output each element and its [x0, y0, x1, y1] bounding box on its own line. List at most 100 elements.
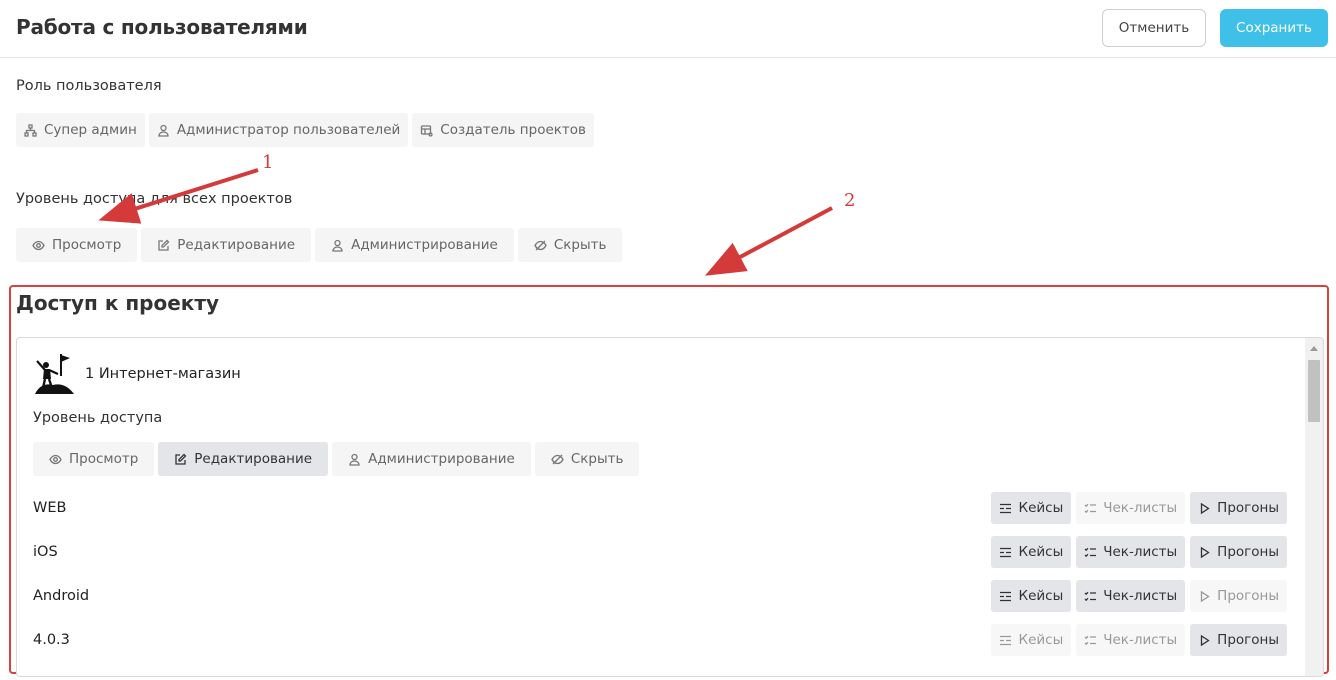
- eye-off-icon: [534, 239, 547, 252]
- checklist-icon: [1084, 546, 1097, 559]
- global-access-hide-label: Скрыть: [553, 237, 607, 253]
- table-row: 4.0.3 Кейсы Чек-листы Прогоны: [33, 624, 1287, 658]
- role-label: Роль пользователя: [16, 78, 162, 94]
- runs-label: Прогоны: [1217, 632, 1279, 648]
- project-name: 1 Интернет-магазин: [85, 366, 241, 382]
- role-option-label: Администратор пользователей: [176, 122, 401, 138]
- checklist-icon: [1084, 502, 1097, 515]
- role-option-user-admin[interactable]: Администратор пользователей: [148, 113, 409, 147]
- play-icon: [1198, 546, 1211, 559]
- runs-label: Прогоны: [1217, 544, 1279, 560]
- project-access-edit-label: Редактирование: [194, 451, 313, 467]
- scroll-thumb[interactable]: [1308, 360, 1320, 422]
- role-options: Супер админ Администратор пользователей …: [16, 113, 594, 147]
- cases-toggle[interactable]: Кейсы: [991, 492, 1072, 524]
- project-access-admin-label: Администрирование: [368, 451, 515, 467]
- eye-off-icon: [551, 453, 564, 466]
- project-logo-icon: [33, 352, 75, 396]
- global-access-edit[interactable]: Редактирование: [141, 228, 312, 262]
- checklist-icon: [1084, 634, 1097, 647]
- role-option-super-admin[interactable]: Супер админ: [16, 113, 145, 147]
- page-header: Работа с пользователями Отменить Сохрани…: [0, 0, 1336, 58]
- global-access-view-label: Просмотр: [52, 237, 122, 253]
- checklists-toggle[interactable]: Чек-листы: [1076, 624, 1186, 656]
- cases-toggle[interactable]: Кейсы: [991, 624, 1072, 656]
- checklists-label: Чек-листы: [1103, 632, 1178, 648]
- edit-icon: [174, 453, 187, 466]
- project-card: 1 Интернет-магазин Уровень доступа Просм…: [16, 337, 1324, 677]
- user-icon: [157, 124, 170, 137]
- runs-toggle[interactable]: Прогоны: [1190, 624, 1287, 656]
- global-access-options: Просмотр Редактирование Администрировани…: [16, 228, 623, 262]
- cases-label: Кейсы: [1018, 544, 1064, 560]
- project-access-view-label: Просмотр: [69, 451, 139, 467]
- list-icon: [999, 590, 1012, 603]
- row-name: iOS: [33, 544, 58, 560]
- annotation-number-1: 1: [262, 152, 274, 173]
- row-buttons: Кейсы Чек-листы Прогоны: [991, 536, 1287, 568]
- global-access-view[interactable]: Просмотр: [16, 228, 138, 262]
- project-icon: [420, 124, 433, 137]
- row-buttons: Кейсы Чек-листы Прогоны: [991, 580, 1287, 612]
- row-name: Android: [33, 588, 90, 604]
- table-row: Android Кейсы Чек-листы Прогоны: [33, 580, 1287, 614]
- row-name: 4.0.3: [33, 632, 70, 648]
- list-icon: [999, 634, 1012, 647]
- global-access-admin[interactable]: Администрирование: [315, 228, 514, 262]
- row-name: WEB: [33, 500, 67, 516]
- cases-label: Кейсы: [1018, 588, 1064, 604]
- cases-toggle[interactable]: Кейсы: [991, 536, 1072, 568]
- project-access-title: Доступ к проекту: [16, 291, 219, 315]
- checklists-toggle[interactable]: Чек-листы: [1076, 536, 1186, 568]
- project-access-level-label: Уровень доступа: [33, 410, 163, 426]
- edit-icon: [157, 239, 170, 252]
- global-access-hide[interactable]: Скрыть: [517, 228, 623, 262]
- checklists-label: Чек-листы: [1103, 500, 1178, 516]
- checklists-toggle[interactable]: Чек-листы: [1076, 580, 1186, 612]
- play-icon: [1198, 634, 1211, 647]
- project-access-hide[interactable]: Скрыть: [534, 442, 640, 476]
- checklist-icon: [1084, 590, 1097, 603]
- save-button[interactable]: Сохранить: [1220, 9, 1328, 47]
- page-title: Работа с пользователями: [16, 15, 308, 39]
- eye-icon: [49, 453, 62, 466]
- global-access-edit-label: Редактирование: [177, 237, 296, 253]
- play-icon: [1198, 590, 1211, 603]
- scroll-up-arrow-icon[interactable]: [1310, 346, 1318, 351]
- checklists-toggle[interactable]: Чек-листы: [1076, 492, 1186, 524]
- annotation-number-2: 2: [844, 190, 856, 211]
- project-access-admin[interactable]: Администрирование: [332, 442, 531, 476]
- project-access-view[interactable]: Просмотр: [33, 442, 155, 476]
- cases-label: Кейсы: [1018, 632, 1064, 648]
- table-row: iOS Кейсы Чек-листы Прогоны: [33, 536, 1287, 570]
- project-access-options: Просмотр Редактирование Администрировани…: [33, 442, 640, 476]
- runs-toggle[interactable]: Прогоны: [1190, 492, 1287, 524]
- role-option-project-creator[interactable]: Создатель проектов: [412, 113, 594, 147]
- vertical-scrollbar[interactable]: [1305, 338, 1323, 676]
- global-access-label: Уровень доступа для всех проектов: [16, 191, 293, 207]
- user-icon: [348, 453, 361, 466]
- play-icon: [1198, 502, 1211, 515]
- sitemap-icon: [24, 123, 37, 137]
- checklists-label: Чек-листы: [1103, 544, 1178, 560]
- row-buttons: Кейсы Чек-листы Прогоны: [991, 492, 1287, 524]
- row-buttons: Кейсы Чек-листы Прогоны: [991, 624, 1287, 656]
- user-icon: [331, 239, 344, 252]
- checklists-label: Чек-листы: [1103, 588, 1178, 604]
- list-icon: [999, 546, 1012, 559]
- runs-label: Прогоны: [1217, 588, 1279, 604]
- eye-icon: [32, 239, 45, 252]
- project-access-edit[interactable]: Редактирование: [158, 442, 329, 476]
- cases-toggle[interactable]: Кейсы: [991, 580, 1072, 612]
- role-option-label: Супер админ: [44, 122, 137, 138]
- global-access-admin-label: Администрирование: [351, 237, 498, 253]
- cases-label: Кейсы: [1018, 500, 1064, 516]
- table-row: WEB Кейсы Чек-листы Прогоны: [33, 492, 1287, 526]
- runs-label: Прогоны: [1217, 500, 1279, 516]
- runs-toggle[interactable]: Прогоны: [1190, 580, 1287, 612]
- project-access-hide-label: Скрыть: [570, 451, 624, 467]
- cancel-button[interactable]: Отменить: [1102, 9, 1206, 47]
- list-icon: [999, 502, 1012, 515]
- role-option-label: Создатель проектов: [440, 122, 586, 138]
- runs-toggle[interactable]: Прогоны: [1190, 536, 1287, 568]
